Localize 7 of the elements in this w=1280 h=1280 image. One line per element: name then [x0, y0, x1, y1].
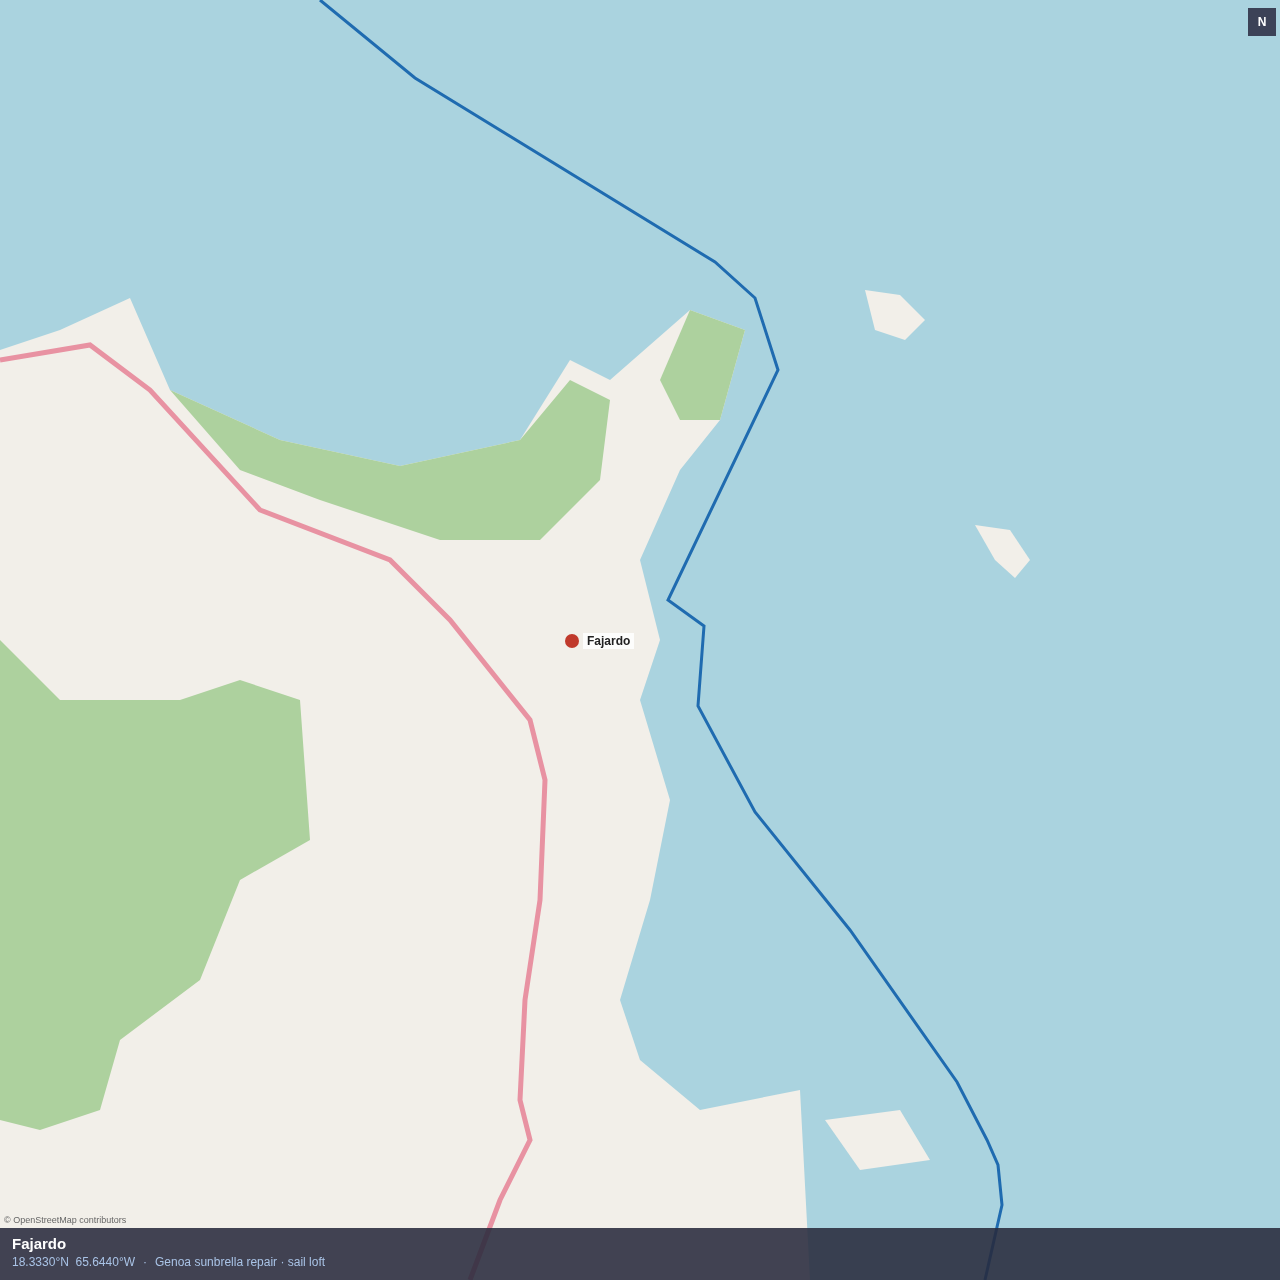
separator-dot: · [143, 1255, 147, 1269]
coordinates-text: 18.3330°N 65.6440°W [12, 1255, 135, 1269]
description-text: Genoa sunbrella repair · sail loft [155, 1255, 326, 1269]
place-title: Fajardo [12, 1235, 68, 1252]
map-attribution: © OpenStreetMap contributors [4, 1215, 127, 1225]
north-button[interactable]: N [1248, 8, 1276, 36]
marker-label: Fajardo [583, 633, 635, 649]
